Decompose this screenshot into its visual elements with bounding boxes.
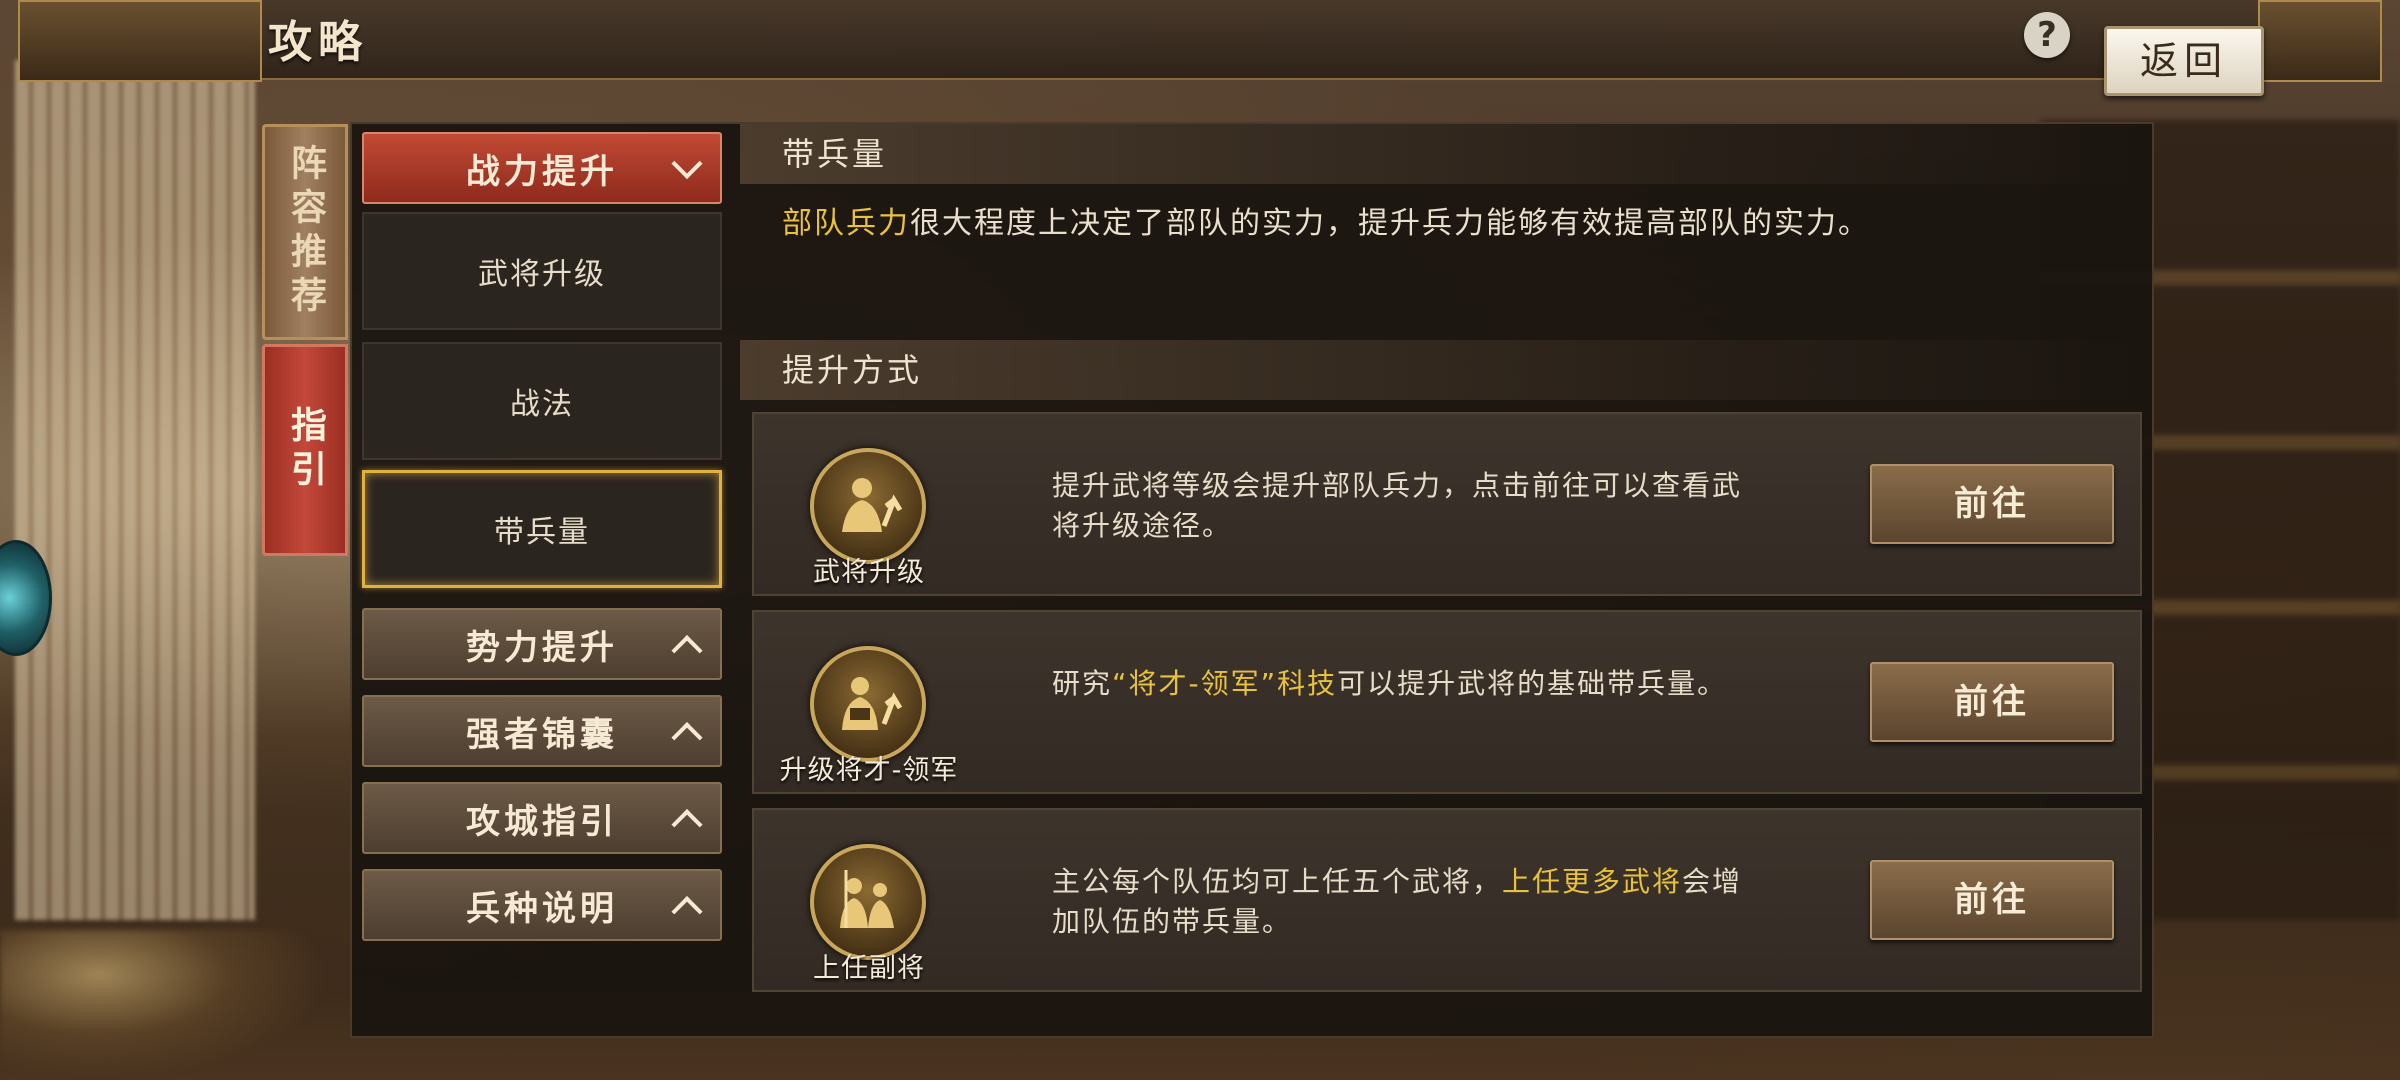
back-button[interactable]: 返回: [2104, 26, 2264, 96]
method-card: 上任副将 主公每个队伍均可上任五个武将，上任更多武将会增加队伍的带兵量。 前往: [752, 808, 2142, 992]
method-card-text: 主公每个队伍均可上任五个武将，上任更多武将会增加队伍的带兵量。: [1052, 862, 1752, 942]
method-section-title: 提升方式: [740, 340, 2140, 400]
section-description: 部队兵力很大程度上决定了部队的实力，提升兵力能够有效提高部队的实力。: [782, 198, 2102, 242]
method-card-label: 武将升级: [813, 557, 925, 588]
card-text-highlight: 上任更多武将: [1502, 865, 1683, 898]
card-text-highlight: “将才-领军”科技: [1112, 667, 1338, 700]
go-button[interactable]: 前往: [1870, 860, 2114, 940]
nav-category-label: 势力提升: [466, 627, 618, 668]
method-card-text: 提升武将等级会提升部队兵力，点击前往可以查看武将升级途径。: [1052, 466, 1752, 546]
nav-category-label: 战力提升: [466, 151, 618, 192]
card-text-part: 研究: [1052, 667, 1113, 700]
nav-category-label: 强者锦囊: [466, 714, 618, 755]
method-card-label: 上任副将: [813, 953, 925, 984]
description-highlight: 部队兵力: [782, 206, 910, 241]
chevron-up-icon: [671, 635, 703, 667]
commander-tech-icon: [810, 646, 926, 762]
description-text: 很大程度上决定了部队的实力，提升兵力能够有效提高部队的实力。: [910, 206, 1870, 241]
method-card: 武将升级 提升武将等级会提升部队兵力，点击前往可以查看武将升级途径。 前往: [752, 412, 2142, 596]
nav-category-label: 兵种说明: [466, 888, 618, 929]
card-text-part: 可以提升武将的基础带兵量。: [1337, 667, 1728, 700]
go-button[interactable]: 前往: [1870, 464, 2114, 544]
chevron-down-icon: [671, 148, 703, 180]
card-text-part: 提升武将等级会提升部队兵力，点击前往可以查看武将升级途径。: [1052, 469, 1743, 542]
chevron-up-icon: [671, 896, 703, 928]
chevron-up-icon: [671, 809, 703, 841]
nav-category-power[interactable]: 战力提升: [362, 132, 722, 204]
vice-general-icon: [810, 844, 926, 960]
header-left-ornament: [18, 0, 262, 82]
chevron-up-icon: [671, 722, 703, 754]
nav-item-tactics[interactable]: 战法: [362, 342, 722, 460]
general-upgrade-icon: [810, 448, 926, 564]
nav-item-general-upgrade[interactable]: 武将升级: [362, 212, 722, 330]
page-title: 攻略: [268, 17, 368, 68]
background-window-blinds: [15, 60, 255, 920]
go-button[interactable]: 前往: [1870, 662, 2114, 742]
nav-category-units[interactable]: 兵种说明: [362, 869, 722, 941]
card-text-part: 主公每个队伍均可上任五个武将，: [1052, 865, 1503, 898]
nav-category-siege[interactable]: 攻城指引: [362, 782, 722, 854]
method-card-label: 升级将才-领军: [779, 755, 959, 786]
section-title: 带兵量: [740, 124, 2140, 184]
header-right-ornament: [2258, 0, 2382, 82]
method-card-text: 研究“将才-领军”科技可以提升武将的基础带兵量。: [1052, 664, 1752, 704]
side-tab-guide[interactable]: 指引: [262, 344, 348, 556]
help-button[interactable]: ?: [2024, 12, 2070, 58]
nav-item-troop-capacity[interactable]: 带兵量: [362, 470, 722, 588]
side-tab-lineup[interactable]: 阵容推荐: [262, 124, 348, 340]
background-stool: [0, 930, 330, 1080]
nav-category-label: 攻城指引: [466, 801, 618, 842]
method-card: 升级将才-领军 研究“将才-领军”科技可以提升武将的基础带兵量。 前往: [752, 610, 2142, 794]
nav-category-tips[interactable]: 强者锦囊: [362, 695, 722, 767]
nav-category-faction[interactable]: 势力提升: [362, 608, 722, 680]
